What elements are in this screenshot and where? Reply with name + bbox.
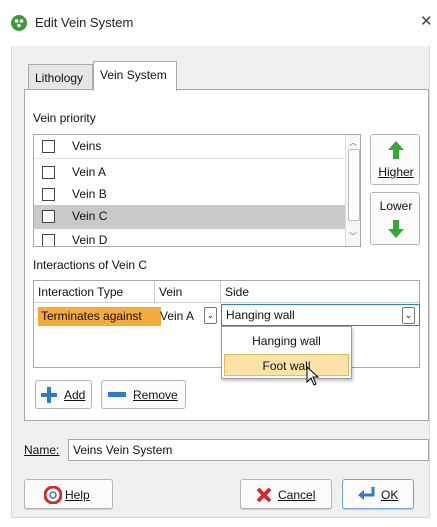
vein-c-checkbox[interactable] [42, 210, 55, 223]
vein-priority-list: Veins Vein A Vein B Vein C Vein D ︿ ﹀ [33, 134, 361, 247]
list-item[interactable]: Vein B [34, 183, 345, 207]
remove-button[interactable]: Remove [101, 380, 186, 409]
close-icon[interactable]: ✕ [420, 12, 433, 30]
select-all-checkbox[interactable] [42, 140, 55, 153]
list-item[interactable]: Vein A [34, 161, 345, 185]
vein-cell[interactable]: Vein A [160, 309, 194, 323]
arrow-down-icon [388, 220, 404, 238]
lower-button[interactable]: Lower [370, 192, 420, 245]
list-header: Veins [34, 135, 345, 159]
tab-vein-system[interactable]: Vein System [93, 61, 177, 91]
side-dropdown-menu: Hanging wall Foot wall [221, 326, 352, 379]
list-header-label: Veins [72, 139, 102, 153]
vein-priority-label: Vein priority [33, 111, 96, 125]
chevron-down-icon[interactable]: ⌄ [402, 307, 415, 324]
minus-icon [108, 392, 126, 397]
vein-dropdown-icon[interactable]: ⌄ [204, 307, 217, 324]
higher-label: Higher [378, 165, 414, 179]
tab-lithology[interactable]: Lithology [28, 64, 93, 90]
scroll-down-icon[interactable]: ﹀ [349, 231, 357, 242]
scroll-thumb[interactable] [348, 149, 360, 221]
list-item-label: Vein C [72, 209, 108, 223]
vein-d-checkbox[interactable] [42, 234, 55, 246]
mouse-cursor-icon [306, 366, 319, 386]
enter-arrow-icon [358, 487, 375, 500]
app-logo-icon [11, 15, 27, 31]
help-icon [44, 486, 62, 504]
help-button[interactable]: Help [24, 479, 113, 509]
side-dropdown[interactable]: Hanging wall ⌄ [221, 304, 420, 326]
lower-label: Lower [379, 199, 413, 213]
column-header-side[interactable]: Side [221, 281, 419, 303]
interactions-label: Interactions of Vein C [33, 258, 148, 272]
list-item-label: Vein A [72, 165, 107, 179]
higher-button[interactable]: Higher [370, 134, 420, 185]
list-item-label: Vein B [72, 187, 107, 201]
arrow-up-icon [388, 141, 404, 159]
cancel-button[interactable]: Cancel [240, 479, 332, 509]
vein-a-checkbox[interactable] [42, 166, 55, 179]
list-item[interactable]: Vein D [34, 229, 345, 247]
cancel-label: Cancel [278, 488, 316, 502]
list-scrollbar[interactable]: ︿ ﹀ [345, 135, 360, 246]
vein-b-checkbox[interactable] [42, 188, 55, 201]
add-label: Add [64, 388, 86, 402]
list-item-label: Vein D [72, 233, 108, 247]
help-label: Help [65, 488, 90, 502]
option-foot-wall[interactable]: Foot wall [224, 354, 349, 376]
column-header-interaction-type[interactable]: Interaction Type [34, 281, 155, 303]
scroll-up-icon[interactable]: ︿ [349, 137, 357, 148]
add-button[interactable]: Add [35, 380, 92, 409]
remove-label: Remove [133, 388, 178, 402]
window-title: Edit Vein System [35, 15, 134, 30]
cancel-x-icon [256, 487, 272, 503]
name-label: Name: [24, 443, 60, 457]
column-header-vein[interactable]: Vein [155, 281, 221, 303]
ok-label: OK [381, 488, 399, 502]
plus-icon [41, 387, 57, 403]
interaction-type-cell[interactable]: Terminates against [38, 307, 161, 326]
name-field[interactable]: Veins Vein System [68, 439, 429, 461]
list-item[interactable]: Vein C [34, 205, 345, 229]
side-value: Hanging wall [226, 308, 295, 322]
ok-button[interactable]: OK [342, 479, 414, 509]
title-bar: Edit Vein System ✕ [0, 0, 437, 46]
option-hanging-wall[interactable]: Hanging wall [224, 330, 349, 352]
